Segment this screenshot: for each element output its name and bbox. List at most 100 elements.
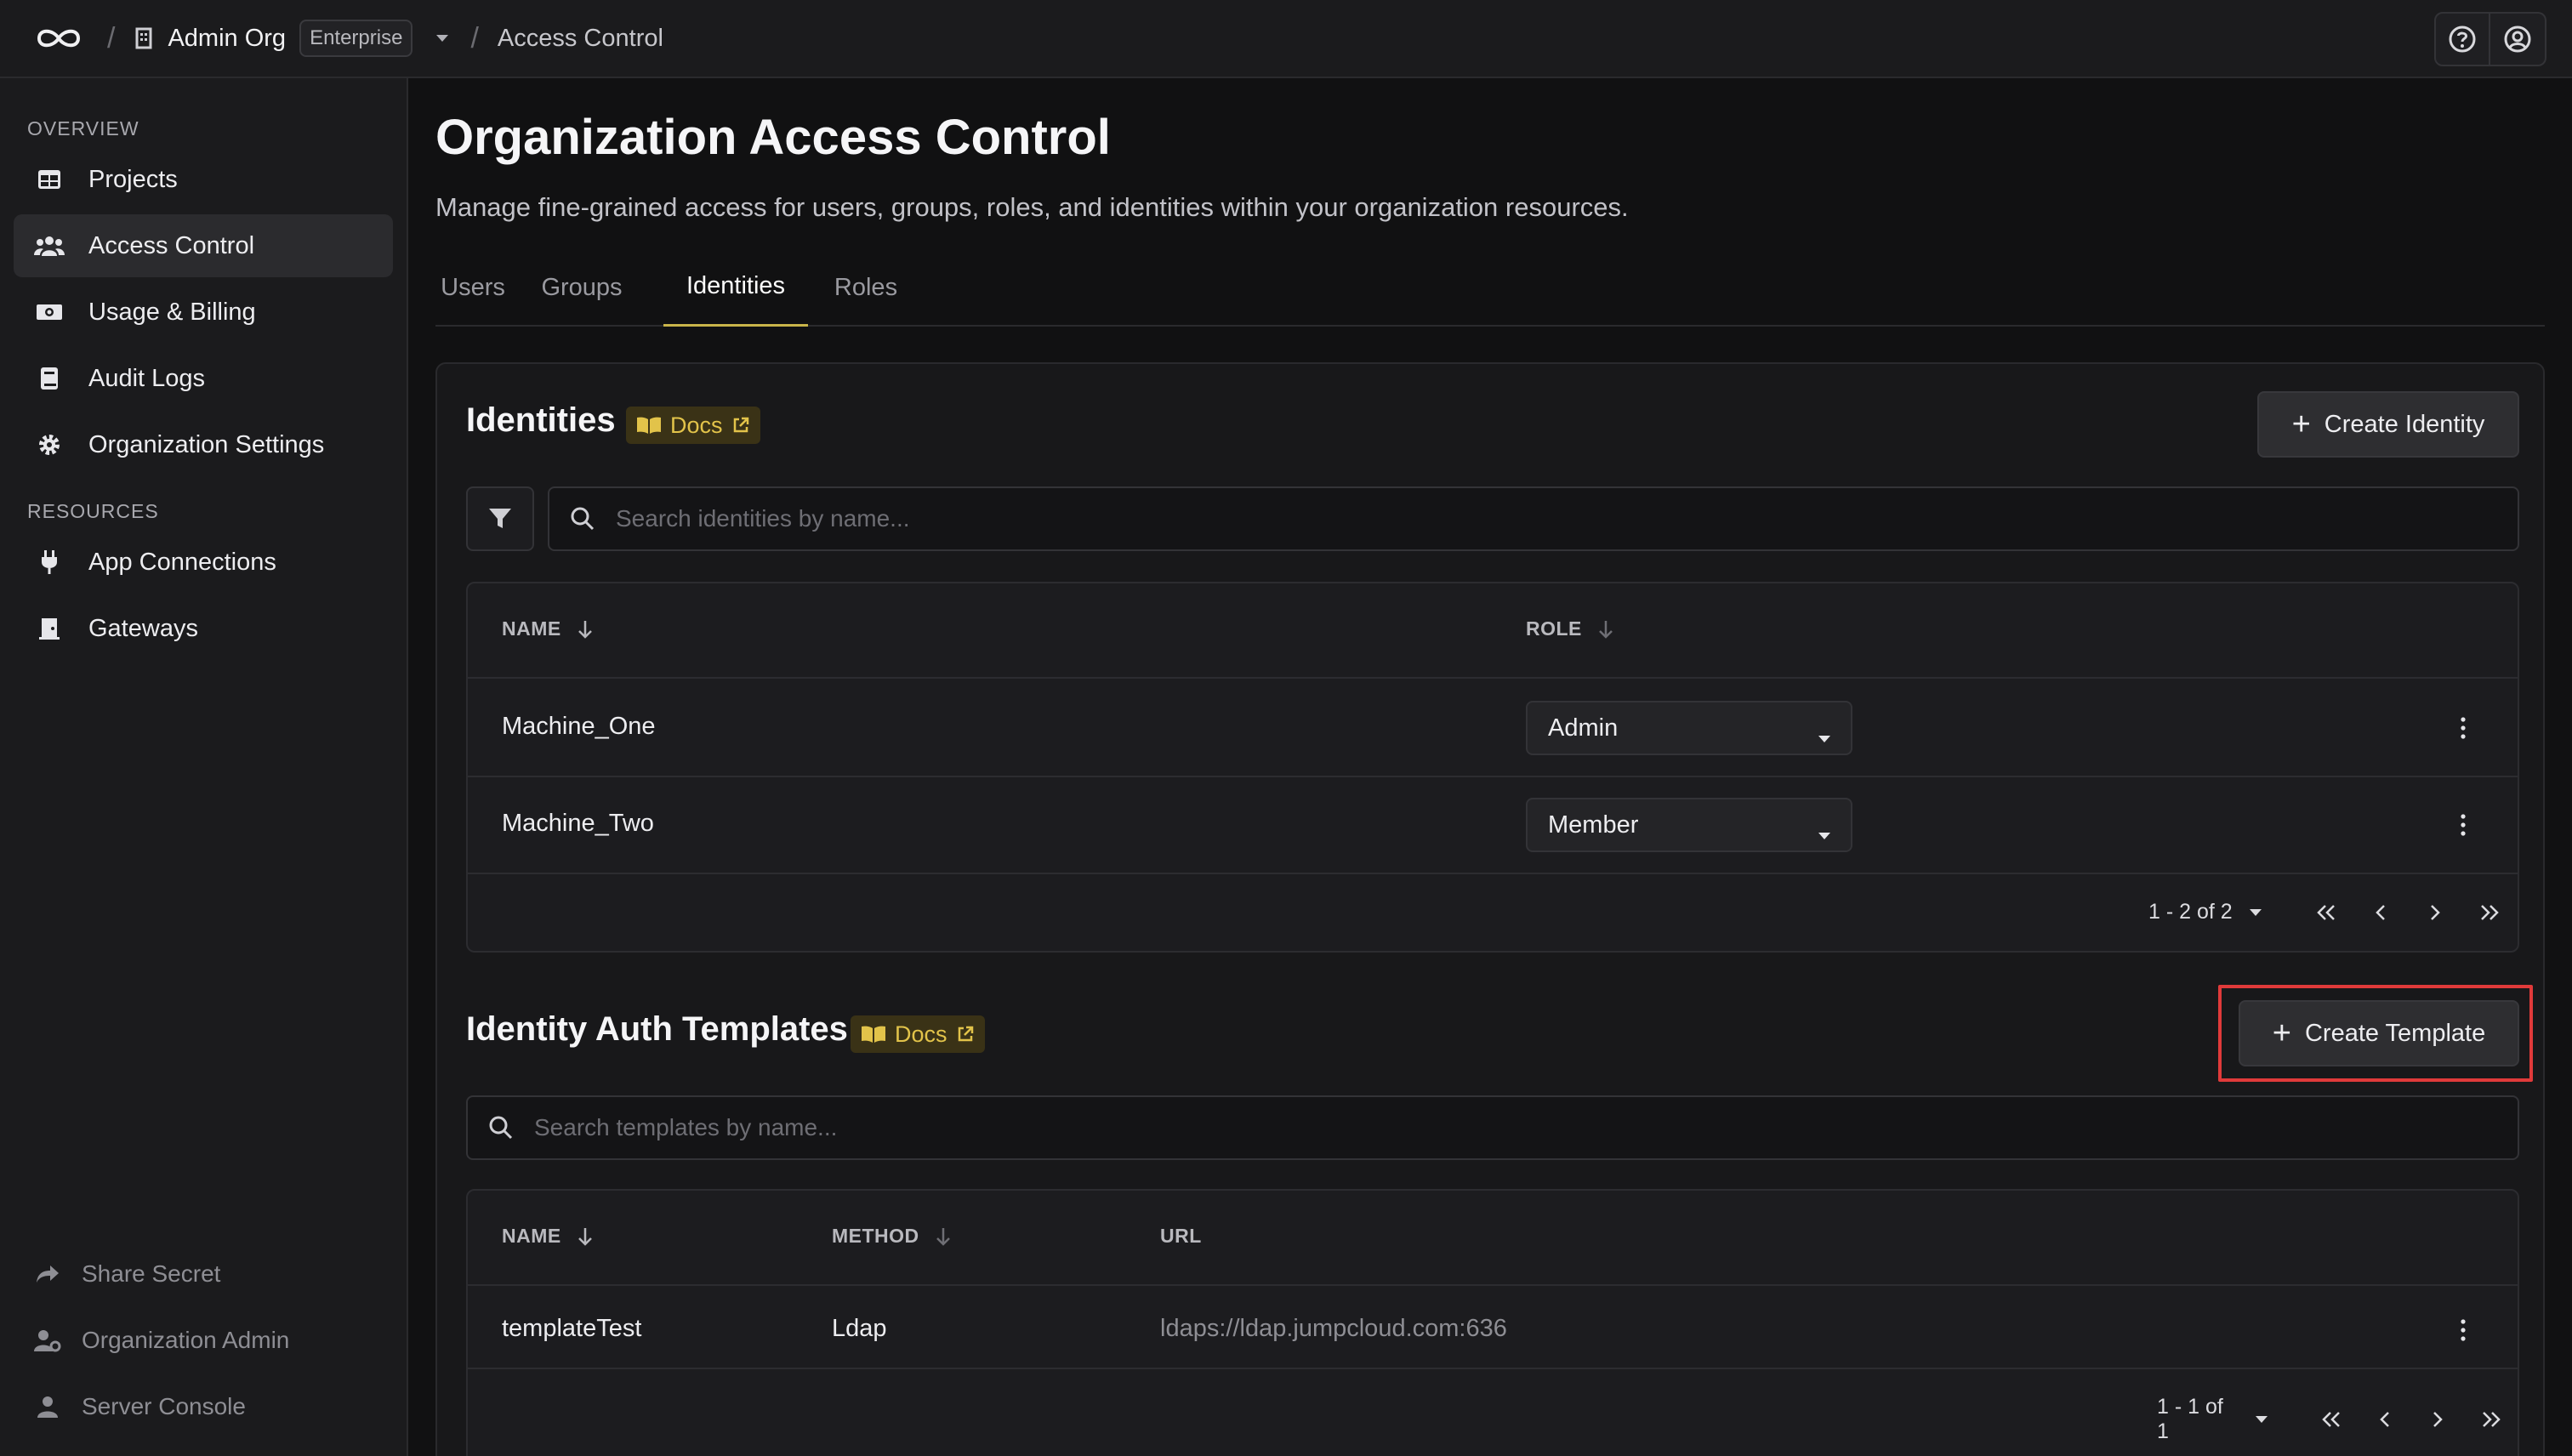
building-icon bbox=[134, 27, 156, 49]
identity-role-select[interactable]: Member bbox=[1526, 798, 1852, 852]
book-open-icon bbox=[636, 416, 662, 435]
sidebar: OVERVIEW Projects Access Control Usage &… bbox=[0, 78, 408, 1456]
row-divider bbox=[468, 1368, 2518, 1369]
highlight-box bbox=[2218, 985, 2533, 1082]
row-divider bbox=[468, 677, 2518, 679]
sidebar-item-organization-settings[interactable]: Organization Settings bbox=[14, 413, 393, 476]
plan-badge: Enterprise bbox=[299, 20, 413, 57]
org-switcher-caret-icon[interactable] bbox=[435, 30, 452, 47]
sidebar-footer-label: Share Secret bbox=[82, 1260, 221, 1287]
next-page-icon[interactable] bbox=[2411, 1410, 2464, 1429]
tab-identities[interactable]: Identities bbox=[663, 248, 808, 327]
search-icon bbox=[571, 507, 595, 531]
book-open-icon bbox=[861, 1025, 886, 1044]
column-header-name[interactable]: NAME bbox=[502, 1225, 594, 1248]
sidebar-item-label: Access Control bbox=[88, 231, 255, 259]
identity-role-select[interactable]: Admin bbox=[1526, 701, 1852, 755]
sidebar-footer-label: Organization Admin bbox=[82, 1327, 290, 1353]
templates-search[interactable] bbox=[466, 1095, 2519, 1160]
template-name: templateTest bbox=[502, 1315, 642, 1342]
previous-page-icon[interactable] bbox=[2359, 1410, 2411, 1429]
tab-groups[interactable]: Groups bbox=[538, 248, 626, 327]
identity-name: Machine_Two bbox=[502, 810, 654, 837]
money-icon bbox=[34, 297, 65, 327]
identities-docs-link[interactable]: Docs bbox=[626, 407, 760, 444]
templates-section-title: Identity Auth Templates bbox=[466, 1010, 848, 1048]
page-description: Manage fine-grained access for users, gr… bbox=[435, 192, 1629, 222]
breadcrumb-separator: / bbox=[107, 21, 116, 54]
sidebar-item-label: Organization Settings bbox=[88, 430, 325, 458]
next-page-icon[interactable] bbox=[2408, 903, 2462, 922]
docs-label: Docs bbox=[670, 412, 723, 438]
create-identity-button[interactable]: + Create Identity bbox=[2257, 391, 2519, 458]
row-divider bbox=[468, 873, 2518, 874]
gear-icon bbox=[34, 429, 65, 460]
docs-label: Docs bbox=[895, 1021, 947, 1047]
column-header-role[interactable]: ROLE bbox=[1526, 617, 1614, 640]
previous-page-icon[interactable] bbox=[2353, 903, 2408, 922]
chevron-down-icon bbox=[1817, 820, 1832, 848]
row-actions-kebab-icon[interactable] bbox=[2455, 808, 2472, 842]
top-actions bbox=[2434, 12, 2546, 66]
org-name[interactable]: Admin Org bbox=[168, 25, 286, 53]
sort-arrow-down-icon bbox=[577, 1226, 594, 1247]
last-page-icon[interactable] bbox=[2462, 903, 2517, 922]
page-title: Organization Access Control bbox=[435, 110, 1111, 165]
gateway-icon bbox=[34, 613, 65, 644]
tab-users[interactable]: Users bbox=[437, 248, 509, 327]
sidebar-footer-server-console[interactable]: Server Console bbox=[32, 1391, 246, 1422]
sidebar-item-projects[interactable]: Projects bbox=[14, 148, 393, 211]
templates-search-input[interactable] bbox=[534, 1114, 2065, 1141]
sidebar-item-label: Audit Logs bbox=[88, 364, 206, 392]
sort-arrow-down-icon bbox=[1597, 619, 1614, 640]
user-icon bbox=[32, 1391, 63, 1422]
user-cog-icon bbox=[32, 1325, 63, 1356]
sidebar-item-access-control[interactable]: Access Control bbox=[14, 214, 393, 277]
help-button[interactable] bbox=[2434, 12, 2490, 66]
pagination-range[interactable]: 1 - 1 of 1 bbox=[2157, 1395, 2239, 1444]
book-icon bbox=[34, 363, 65, 394]
first-page-icon[interactable] bbox=[2305, 1410, 2358, 1429]
template-url: ldaps://ldap.jumpcloud.com:636 bbox=[1160, 1315, 1507, 1342]
pagination-range[interactable]: 1 - 2 of 2 bbox=[2148, 900, 2233, 924]
sidebar-footer-label: Server Console bbox=[82, 1393, 246, 1419]
sidebar-section-overview: OVERVIEW bbox=[27, 117, 139, 139]
templates-pagination: 1 - 1 of 1 bbox=[2157, 1395, 2518, 1444]
filter-icon bbox=[489, 509, 511, 528]
breadcrumb-current-page: Access Control bbox=[497, 24, 663, 52]
page-size-caret-icon[interactable] bbox=[2254, 1414, 2269, 1425]
identities-panel: Identities Docs + Create Identity NAME R… bbox=[435, 362, 2545, 1456]
share-icon bbox=[32, 1259, 63, 1289]
user-account-button[interactable] bbox=[2490, 12, 2546, 66]
external-link-icon bbox=[956, 1025, 975, 1044]
infinity-logo-icon[interactable] bbox=[34, 21, 88, 55]
filter-button[interactable] bbox=[466, 486, 534, 551]
column-header-url: URL bbox=[1160, 1225, 1202, 1247]
row-actions-kebab-icon[interactable] bbox=[2455, 711, 2472, 745]
identities-search-input[interactable] bbox=[616, 505, 2147, 532]
page-size-caret-icon[interactable] bbox=[2248, 907, 2263, 918]
external-link-icon bbox=[731, 416, 750, 435]
sidebar-item-label: Projects bbox=[88, 165, 178, 193]
sidebar-section-resources: RESOURCES bbox=[27, 500, 159, 522]
identity-name: Machine_One bbox=[502, 713, 656, 740]
users-icon bbox=[34, 230, 65, 261]
sidebar-item-app-connections[interactable]: App Connections bbox=[14, 531, 393, 594]
last-page-icon[interactable] bbox=[2465, 1410, 2518, 1429]
create-identity-label: Create Identity bbox=[2324, 410, 2485, 438]
first-page-icon[interactable] bbox=[2299, 903, 2353, 922]
identities-pagination: 1 - 2 of 2 bbox=[2148, 900, 2517, 924]
column-header-method[interactable]: METHOD bbox=[832, 1225, 952, 1248]
tab-roles[interactable]: Roles bbox=[827, 248, 905, 327]
row-actions-kebab-icon[interactable] bbox=[2455, 1313, 2472, 1347]
sidebar-item-audit-logs[interactable]: Audit Logs bbox=[14, 347, 393, 410]
top-bar: / Admin Org Enterprise / Access Control bbox=[0, 0, 2572, 78]
sidebar-item-usage-billing[interactable]: Usage & Billing bbox=[14, 281, 393, 344]
column-header-name[interactable]: NAME bbox=[502, 617, 594, 640]
sidebar-item-label: App Connections bbox=[88, 548, 276, 576]
sidebar-footer-share-secret[interactable]: Share Secret bbox=[32, 1259, 220, 1289]
identities-search[interactable] bbox=[548, 486, 2519, 551]
templates-docs-link[interactable]: Docs bbox=[851, 1015, 985, 1053]
sidebar-item-gateways[interactable]: Gateways bbox=[14, 597, 393, 660]
sidebar-footer-organization-admin[interactable]: Organization Admin bbox=[32, 1325, 289, 1356]
